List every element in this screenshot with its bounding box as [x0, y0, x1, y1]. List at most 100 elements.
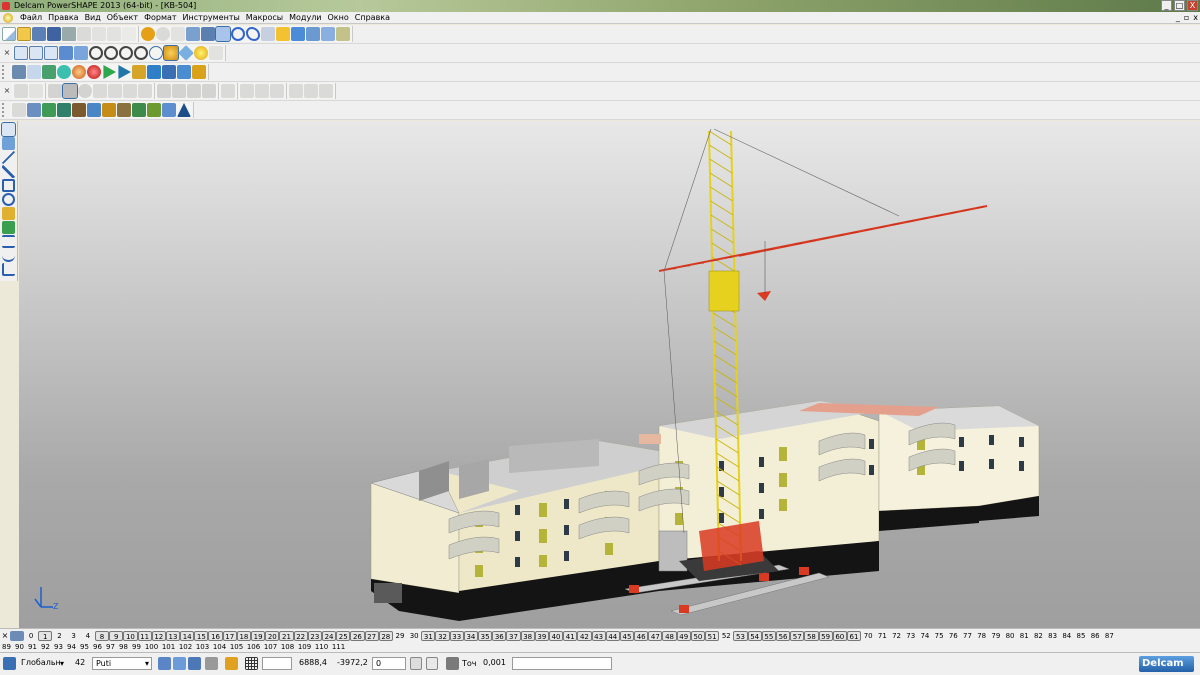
wireframe-icon[interactable] [178, 45, 194, 61]
menu-format[interactable]: Формат [141, 12, 179, 24]
coord-blank-field[interactable] [262, 657, 292, 670]
split-icon[interactable] [202, 84, 216, 98]
rectangle-icon[interactable] [2, 179, 15, 192]
menu-edit[interactable]: Правка [45, 12, 81, 24]
shaded-icon[interactable] [163, 45, 179, 61]
move-icon[interactable] [12, 103, 26, 117]
document-menu-icon[interactable] [3, 12, 13, 23]
level-button[interactable]: 25 [336, 630, 351, 641]
level-button[interactable]: 2 [52, 631, 66, 641]
level-button[interactable]: 46 [634, 630, 649, 641]
level-button[interactable]: 36 [492, 630, 507, 641]
level-button[interactable]: 43 [591, 630, 606, 641]
level-button[interactable]: 78 [975, 631, 989, 641]
level-button[interactable]: 111 [330, 642, 347, 652]
level-button[interactable]: 102 [177, 642, 194, 652]
menu-object[interactable]: Объект [104, 12, 141, 24]
pattern-tools-icon[interactable] [117, 103, 131, 117]
graphics-viewport[interactable]: Z [19, 121, 1200, 628]
mdi-restore-button[interactable]: ▫ [1184, 12, 1189, 24]
level-button[interactable]: 84 [1060, 631, 1074, 641]
menu-tools[interactable]: Инструменты [180, 12, 243, 24]
level-button[interactable]: 18 [236, 630, 251, 641]
level-button[interactable]: 22 [293, 630, 308, 641]
feature-icon-1[interactable] [14, 84, 28, 98]
mdi-close-button[interactable]: x [1193, 12, 1198, 24]
fillet-icon[interactable] [240, 84, 254, 98]
multi-solid-icon[interactable] [72, 103, 86, 117]
menu-modules[interactable]: Модули [286, 12, 324, 24]
level-button[interactable]: 104 [211, 642, 228, 652]
workplane-dropdown-icon[interactable]: ▾ [60, 658, 64, 670]
level-button[interactable]: 49 [676, 630, 691, 641]
level-dropdown-icon[interactable]: ▾ [145, 658, 149, 670]
y-coordinate-field[interactable]: -3972,2 [334, 657, 370, 670]
level-button[interactable]: 103 [194, 642, 211, 652]
level-button[interactable]: 30 [407, 631, 421, 641]
zoom-all-icon[interactable] [134, 46, 148, 60]
level-button[interactable]: 101 [160, 642, 177, 652]
assembly-tools-icon[interactable] [102, 103, 116, 117]
measure-icon[interactable] [201, 27, 215, 41]
shape-icon[interactable] [177, 103, 191, 117]
view-iso2-icon[interactable] [74, 46, 88, 60]
level-button[interactable]: 13 [165, 630, 181, 641]
level-button[interactable]: 27 [364, 630, 379, 641]
grid-snap-icon[interactable] [225, 657, 238, 670]
level-button[interactable]: 58 [804, 630, 819, 641]
red-sphere-icon[interactable] [87, 65, 101, 79]
align-icon[interactable] [132, 103, 146, 117]
level-button[interactable]: 90 [13, 642, 26, 652]
tolerance-icon[interactable] [446, 657, 459, 670]
solid-cube-icon[interactable] [2, 207, 15, 220]
play-outline-icon[interactable] [118, 65, 131, 79]
print-status-icon[interactable] [205, 657, 218, 670]
view-top-icon[interactable] [14, 46, 28, 60]
level-button[interactable]: 99 [130, 642, 143, 652]
menu-help[interactable]: Справка [352, 12, 393, 24]
cylinder-icon[interactable] [78, 84, 92, 98]
snap-icon[interactable] [158, 657, 171, 670]
level-button[interactable]: 31 [421, 630, 436, 641]
level-button[interactable]: 56 [775, 630, 791, 641]
level-button[interactable]: 51 [705, 630, 720, 641]
table-icon[interactable] [426, 657, 438, 670]
redo-icon[interactable] [156, 27, 170, 41]
level-button[interactable]: 44 [605, 630, 620, 641]
level-button[interactable]: 85 [1074, 631, 1088, 641]
level-button[interactable]: 87 [1102, 631, 1116, 641]
level-button[interactable]: 8 [94, 630, 110, 641]
level-button[interactable]: 109 [296, 642, 313, 652]
globe-icon[interactable] [149, 46, 163, 60]
boolean-sub-icon[interactable] [172, 84, 186, 98]
view-iso-icon[interactable] [59, 46, 73, 60]
draft-icon[interactable] [270, 84, 284, 98]
extrude-icon[interactable] [48, 84, 62, 98]
part-icon[interactable] [42, 65, 56, 79]
view-right-icon[interactable] [44, 46, 58, 60]
level-button[interactable]: 54 [747, 630, 762, 641]
level-button[interactable]: 17 [222, 630, 237, 641]
cut-icon[interactable] [77, 27, 91, 41]
wireframe-block-icon[interactable] [321, 27, 335, 41]
level-button[interactable]: 32 [435, 630, 450, 641]
level-button[interactable]: 41 [563, 630, 578, 641]
level-button[interactable]: 55 [761, 630, 776, 641]
toolbar-close-icon[interactable]: × [2, 48, 12, 58]
z-coordinate-field[interactable]: 0 [372, 657, 406, 670]
find-icon[interactable] [186, 27, 200, 41]
level-button[interactable]: 96 [91, 642, 104, 652]
lasso-icon[interactable] [246, 27, 260, 41]
copy-icon[interactable] [92, 27, 106, 41]
snap2-icon[interactable] [173, 657, 186, 670]
level-button[interactable]: 57 [790, 630, 805, 641]
level-button[interactable]: 72 [889, 631, 903, 641]
level-button[interactable]: 93 [52, 642, 65, 652]
level-button[interactable]: 83 [1046, 631, 1060, 641]
level-button[interactable]: 34 [463, 630, 478, 641]
level-button[interactable]: 53 [733, 630, 748, 641]
level-button[interactable]: 10 [123, 630, 138, 641]
close-button[interactable]: X [1187, 0, 1198, 11]
level-button[interactable]: 86 [1088, 631, 1102, 641]
zoom-box-icon[interactable] [119, 46, 133, 60]
